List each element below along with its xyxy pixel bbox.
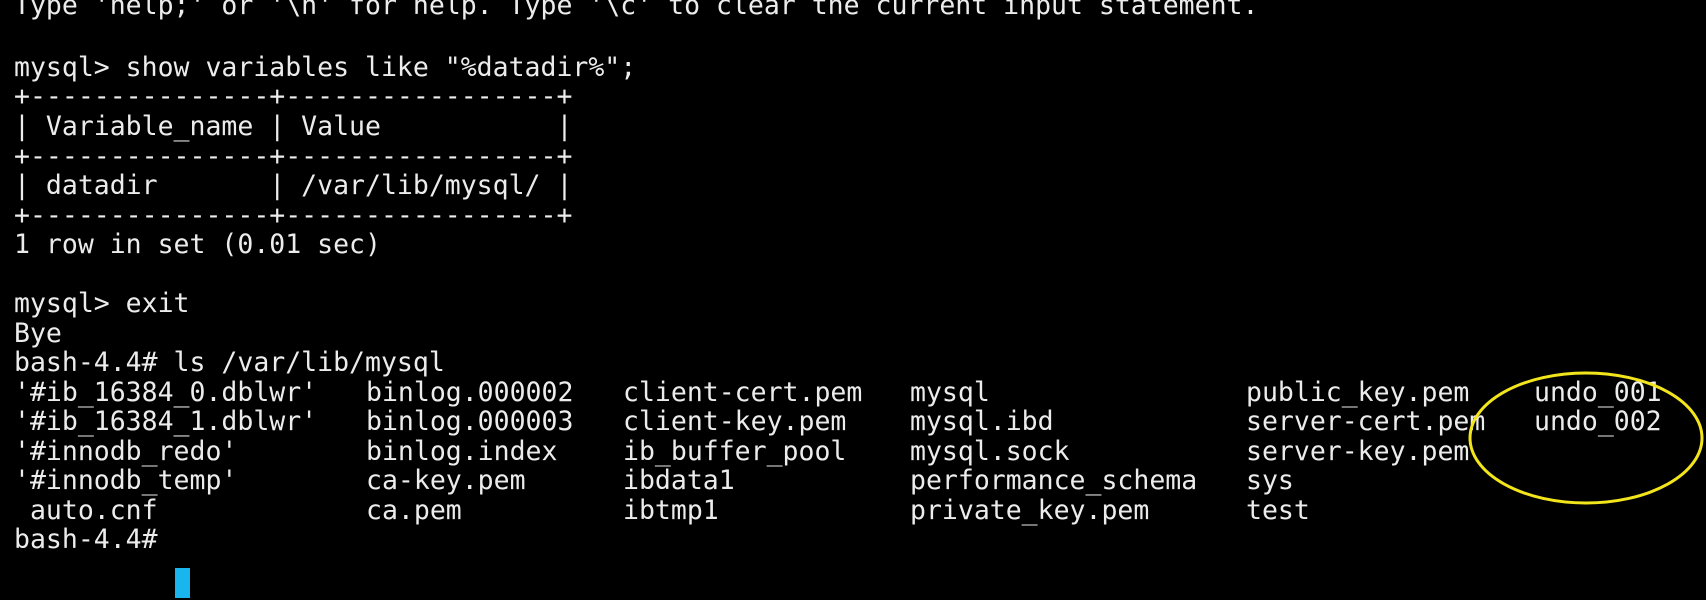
ls-entry: '#ib_16384_0.dblwr' [14, 377, 318, 408]
table-border-middle: +---------------+-----------------+ [14, 141, 573, 172]
ls-entry: server-cert.pem [1246, 406, 1486, 437]
text-cursor [175, 568, 190, 598]
ls-entry: '#ib_16384_1.dblwr' [14, 406, 318, 437]
ls-entry: '#innodb_temp' [14, 465, 238, 496]
ls-entry-undo: undo_001 [1534, 377, 1662, 408]
ls-entry: binlog.index [366, 436, 558, 467]
terminal-window[interactable]: Type 'help;' or '\h' for help. Type '\c'… [0, 0, 1706, 600]
ls-entry: mysql.ibd [910, 406, 1054, 437]
ls-entry: auto.cnf [14, 495, 158, 526]
table-border-top: +---------------+-----------------+ [14, 81, 573, 112]
ls-entry: private_key.pem [910, 495, 1150, 526]
ls-entry: ibtmp1 [623, 495, 719, 526]
ls-entry: public_key.pem [1246, 377, 1470, 408]
table-row-datadir: | datadir | /var/lib/mysql/ | [14, 170, 573, 201]
shell-prompt: bash-4.4# [14, 524, 174, 555]
ls-entry: client-key.pem [623, 406, 847, 437]
terminal-line-exit: mysql> exit [14, 288, 190, 319]
table-header-row: | Variable_name | Value | [14, 111, 573, 142]
ls-entry: server-key.pem [1246, 436, 1470, 467]
ls-entry: performance_schema [910, 465, 1198, 496]
table-border-bottom: +---------------+-----------------+ [14, 200, 573, 231]
ls-entry: sys [1246, 465, 1294, 496]
ls-entry: binlog.000003 [366, 406, 574, 437]
terminal-line-help: Type 'help;' or '\h' for help. Type '\c'… [14, 0, 1259, 21]
terminal-line-ls-command: bash-4.4# ls /var/lib/mysql [14, 347, 445, 378]
ls-entry: ib_buffer_pool [623, 436, 847, 467]
ls-entry: mysql.sock [910, 436, 1070, 467]
query-result-summary: 1 row in set (0.01 sec) [14, 229, 381, 260]
ls-entry: test [1246, 495, 1310, 526]
ls-entry: client-cert.pem [623, 377, 863, 408]
ls-entry: ibdata1 [623, 465, 735, 496]
ls-entry: ca.pem [366, 495, 462, 526]
ls-entry: ca-key.pem [366, 465, 526, 496]
terminal-line-show-variables: mysql> show variables like "%datadir%"; [14, 52, 637, 83]
ls-entry: binlog.000002 [366, 377, 574, 408]
ls-entry: mysql [910, 377, 990, 408]
ls-entry-undo: undo_002 [1534, 406, 1662, 437]
ls-entry: '#innodb_redo' [14, 436, 238, 467]
terminal-line-bye: Bye [14, 318, 62, 349]
